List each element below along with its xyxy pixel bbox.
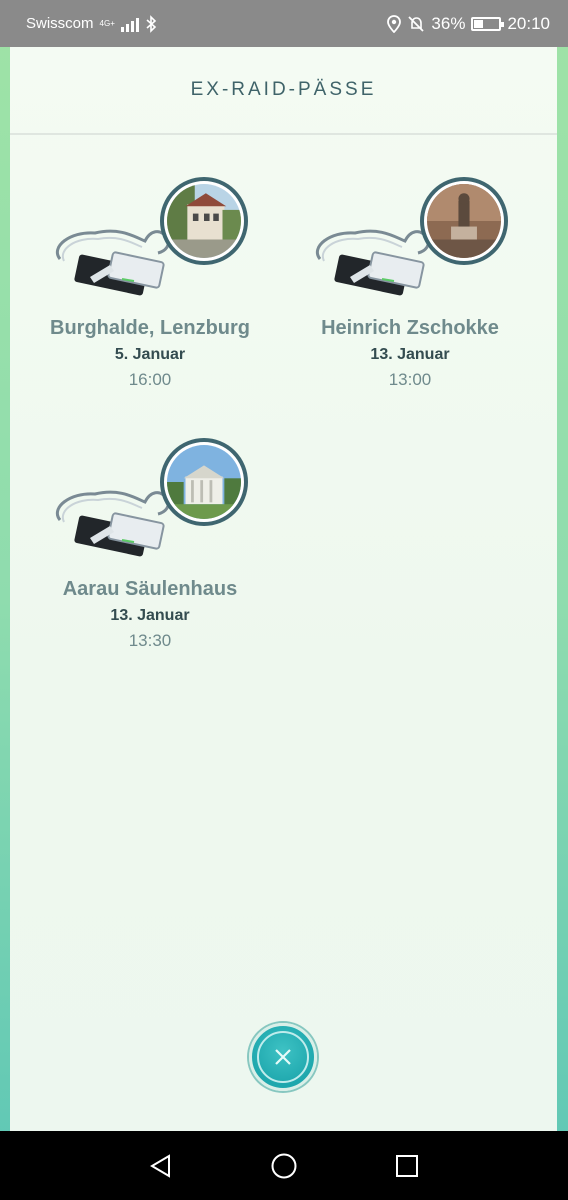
gym-name: Heinrich Zschokke (321, 317, 499, 339)
raid-date: 13. Januar (370, 346, 450, 363)
raid-time: 13:00 (388, 370, 432, 389)
raid-date: 13. Januar (110, 607, 190, 624)
gym-photo (160, 177, 248, 265)
battery-icon (471, 16, 505, 31)
raid-date: 5. Januar (114, 346, 186, 363)
pass-card[interactable]: Aarau Säulenhaus 13. Januar 13:30 (20, 438, 280, 651)
panel-header: EX-RAID-PÄSSE (10, 47, 557, 135)
gym-name: Aarau Säulenhaus (62, 578, 238, 600)
close-button[interactable] (249, 1023, 317, 1091)
raid-time: 13:30 (128, 631, 172, 650)
pass-card[interactable]: Burghalde, Lenzburg 5. Januar 16:00 (20, 177, 280, 390)
bluetooth-icon (146, 14, 157, 33)
pass-artwork (280, 177, 540, 317)
battery-percent: 36% (431, 13, 466, 33)
clock: 20:10 (507, 13, 550, 33)
close-icon (275, 1049, 291, 1065)
building-photo-icon (167, 184, 241, 258)
mute-icon (408, 15, 425, 32)
home-circle-icon[interactable] (270, 1152, 298, 1180)
ex-raid-passes-panel: EX-RAID-PÄSSE Burghalde, Lenzburg 5. Jan… (10, 47, 557, 1131)
statue-photo-icon (427, 184, 501, 258)
location-icon (387, 14, 402, 33)
status-right: 36% 20:10 (387, 14, 550, 34)
signal-icon (120, 16, 139, 32)
pass-artwork (20, 438, 280, 578)
navigation-bar (0, 1131, 568, 1200)
status-bar: Swisscom 4G+ 36% 20:10 (0, 0, 568, 47)
page-title: EX-RAID-PÄSSE (190, 79, 377, 100)
raid-time: 16:00 (128, 370, 172, 389)
close-button-ring (257, 1031, 309, 1083)
columned-house-photo-icon (167, 445, 241, 519)
status-left: Swisscom 4G+ (26, 14, 157, 33)
carrier-label: Swisscom (26, 15, 94, 32)
network-type: 4G+ (99, 18, 115, 28)
pass-card[interactable]: Heinrich Zschokke 13. Januar 13:00 (280, 177, 540, 390)
gym-photo (420, 177, 508, 265)
pass-artwork (20, 177, 280, 317)
gym-photo (160, 438, 248, 526)
gym-name: Burghalde, Lenzburg (50, 317, 250, 339)
recent-square-icon[interactable] (394, 1153, 420, 1179)
back-triangle-icon[interactable] (148, 1153, 174, 1179)
